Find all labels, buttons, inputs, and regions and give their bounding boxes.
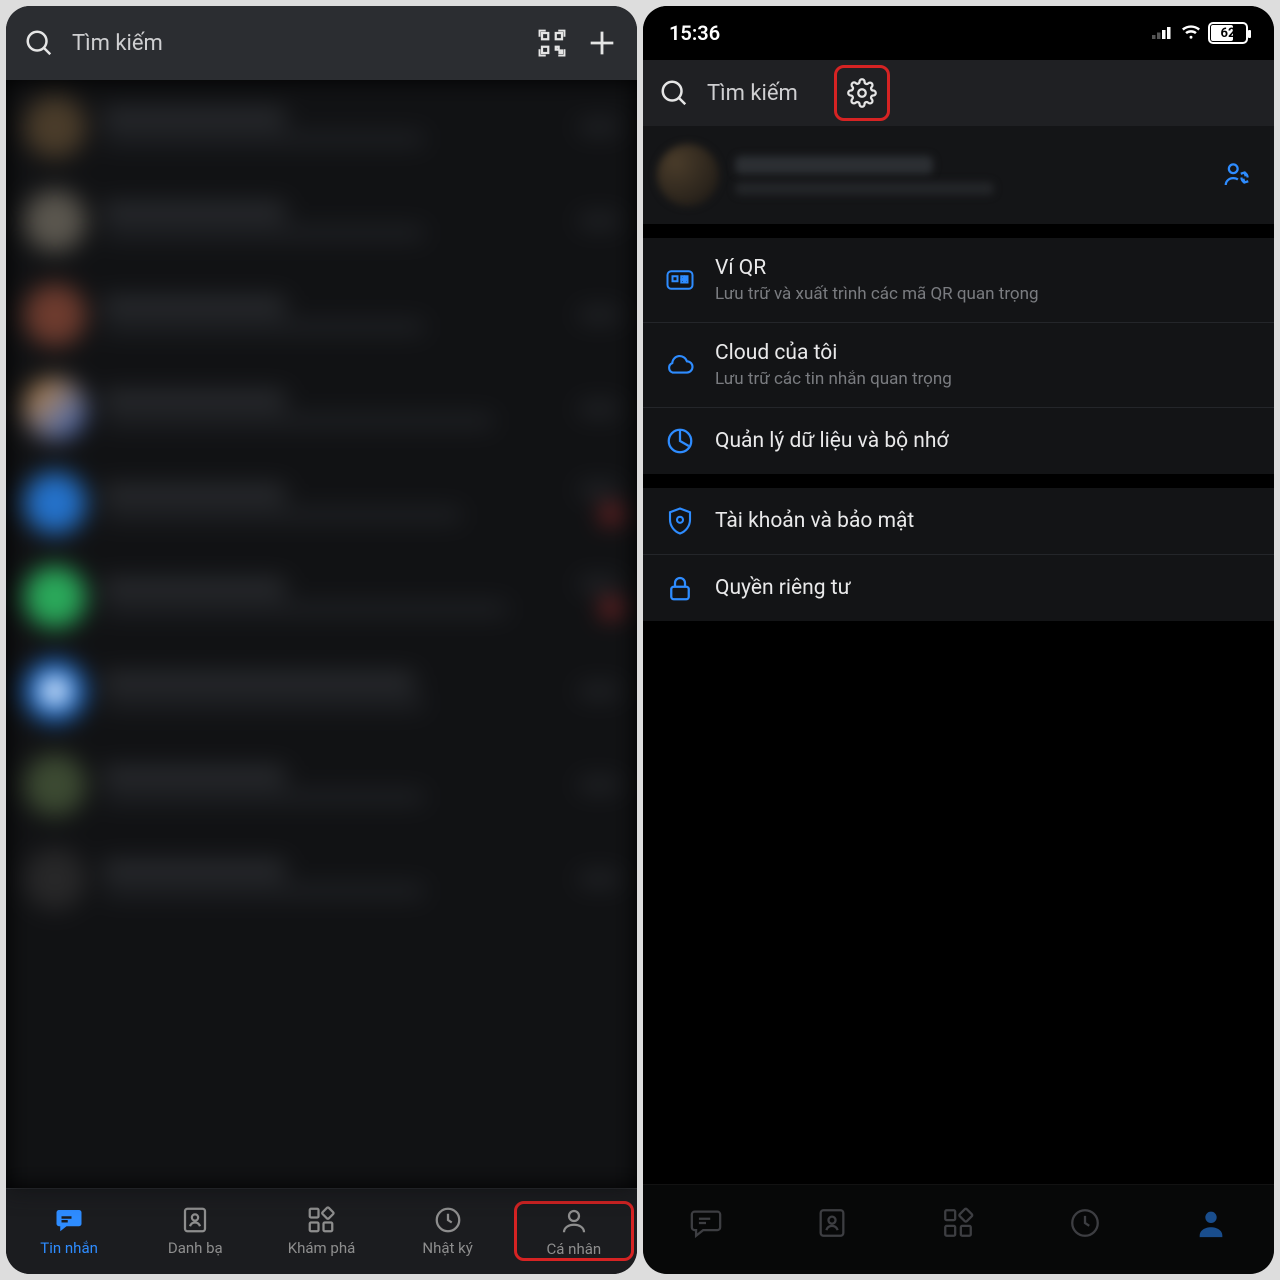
menu-group-2: Tài khoản và bảo mật Quyền riêng tư: [643, 488, 1274, 621]
tab-label: Danh bạ: [168, 1239, 223, 1257]
left-phone-frame: Tìm kiếm Tin nhắn Danh bạ: [6, 6, 637, 1274]
battery-percent: 62: [1221, 26, 1236, 41]
menu-title: Ví QR: [715, 256, 1252, 280]
plus-icon[interactable]: [585, 26, 619, 60]
search-placeholder[interactable]: Tìm kiếm: [72, 31, 163, 56]
avatar: [657, 144, 719, 206]
tab-label: Khám phá: [288, 1239, 356, 1257]
qr-icon[interactable]: [537, 28, 567, 58]
menu-title: Cloud của tôi: [715, 341, 1252, 365]
qr-wallet-icon: [665, 265, 695, 295]
tab-label: Cá nhân: [547, 1240, 602, 1258]
status-time: 15:36: [669, 21, 720, 45]
wifi-icon: [1180, 21, 1202, 45]
empty-area: [643, 621, 1274, 1184]
tab-label: Nhật ký: [422, 1239, 472, 1257]
bottom-tab-bar-faded: [643, 1184, 1274, 1274]
search-placeholder[interactable]: Tìm kiếm: [707, 81, 798, 106]
tab-messages[interactable]: Tin nhắn: [9, 1205, 129, 1257]
shield-icon: [665, 506, 695, 536]
menu-account-security[interactable]: Tài khoản và bảo mật: [643, 488, 1274, 555]
menu-qr-wallet[interactable]: Ví QR Lưu trữ và xuất trình các mã QR qu…: [643, 238, 1274, 323]
menu-title: Tài khoản và bảo mật: [715, 509, 1252, 533]
menu-title: Quản lý dữ liệu và bộ nhớ: [715, 429, 1252, 453]
tab-personal-icon[interactable]: [1194, 1206, 1228, 1240]
profile-row[interactable]: [643, 126, 1274, 224]
bottom-tab-bar: Tin nhắn Danh bạ Khám phá Nhật ký Cá nhâ…: [6, 1188, 637, 1274]
tab-messages-icon[interactable]: [689, 1206, 723, 1240]
lock-icon: [665, 573, 695, 603]
tab-diary-icon[interactable]: [1068, 1206, 1102, 1240]
profile-header: Tìm kiếm: [643, 60, 1274, 126]
tab-discover-icon[interactable]: [941, 1206, 975, 1240]
search-icon[interactable]: [659, 78, 689, 108]
cellular-icon: [1152, 21, 1174, 45]
menu-subtitle: Lưu trữ các tin nhắn quan trọng: [715, 369, 1252, 389]
chart-icon: [665, 426, 695, 456]
chat-header: Tìm kiếm: [6, 6, 637, 80]
tab-diary[interactable]: Nhật ký: [388, 1205, 508, 1257]
tab-discover[interactable]: Khám phá: [262, 1205, 382, 1257]
gear-icon: [847, 78, 877, 108]
menu-title: Quyền riêng tư: [715, 576, 1252, 600]
tab-contacts-icon[interactable]: [815, 1206, 849, 1240]
menu-privacy[interactable]: Quyền riêng tư: [643, 555, 1274, 621]
menu-group-1: Ví QR Lưu trữ và xuất trình các mã QR qu…: [643, 238, 1274, 474]
tab-label: Tin nhắn: [40, 1239, 98, 1257]
right-phone-frame: 15:36 62 Tìm kiếm: [643, 6, 1274, 1274]
search-icon[interactable]: [24, 28, 54, 58]
tab-contacts[interactable]: Danh bạ: [135, 1205, 255, 1257]
status-bar: 15:36 62: [643, 6, 1274, 60]
cloud-icon: [665, 350, 695, 380]
menu-data-storage[interactable]: Quản lý dữ liệu và bộ nhớ: [643, 408, 1274, 474]
battery-indicator: 62: [1208, 22, 1248, 44]
menu-my-cloud[interactable]: Cloud của tôi Lưu trữ các tin nhắn quan …: [643, 323, 1274, 408]
menu-subtitle: Lưu trữ và xuất trình các mã QR quan trọ…: [715, 284, 1252, 304]
profile-text-blurred: [735, 156, 1206, 195]
chat-list-blurred: [6, 80, 637, 1188]
tab-personal-highlighted[interactable]: Cá nhân: [514, 1201, 634, 1261]
settings-button-highlighted[interactable]: [834, 65, 890, 121]
switch-user-icon[interactable]: [1222, 160, 1252, 190]
